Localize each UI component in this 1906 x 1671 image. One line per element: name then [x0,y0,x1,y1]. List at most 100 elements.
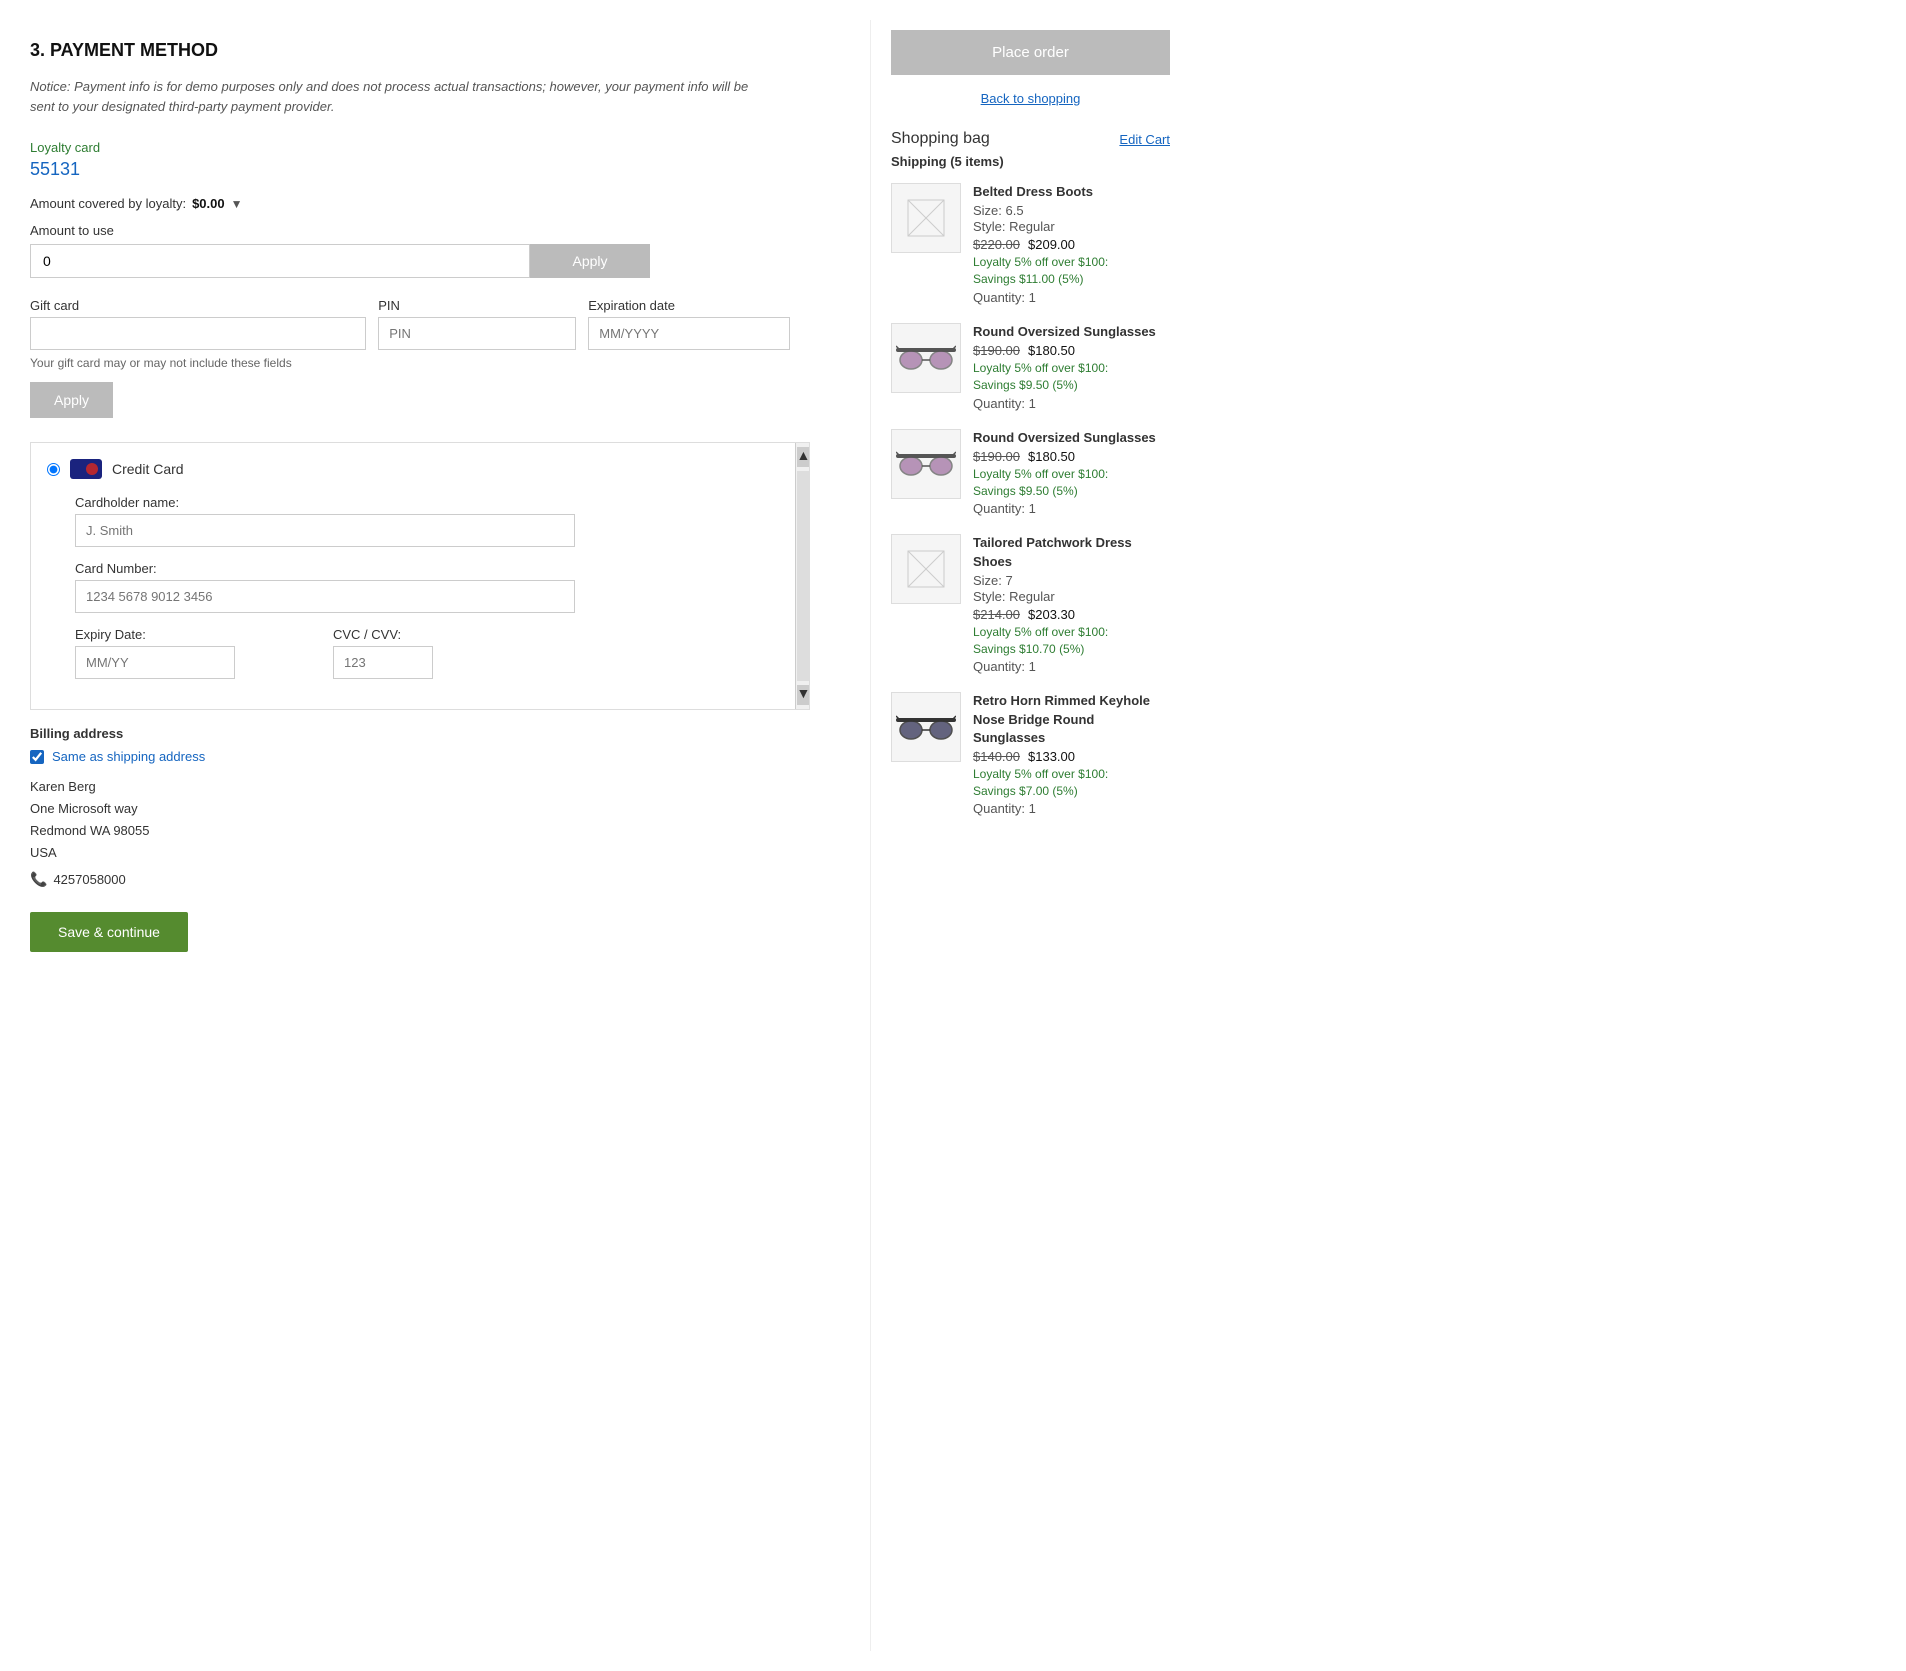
price-original: $220.00 [973,237,1020,252]
item-style: Style: Regular [973,589,1170,604]
item-qty: Quantity: 1 [973,290,1170,305]
loyalty-saving: Loyalty 5% off over $100:Savings $10.70 … [973,624,1170,658]
expiry-input[interactable] [588,317,790,350]
price-row: $190.00 $180.50 [973,449,1170,464]
card-number-input[interactable] [75,580,575,613]
billing-phone: 4257058000 [53,869,125,891]
price-row: $220.00 $209.00 [973,237,1170,252]
item-details: Retro Horn Rimmed Keyhole Nose Bridge Ro… [973,692,1170,816]
expiry-cvc-row: Expiry Date: CVC / CVV: [75,627,575,693]
same-as-shipping-row[interactable]: Same as shipping address [30,749,830,764]
item-details: Round Oversized Sunglasses $190.00 $180.… [973,323,1170,411]
notice-text: Notice: Payment info is for demo purpose… [30,77,770,116]
edit-cart-link[interactable]: Edit Cart [1119,132,1170,147]
cardholder-field: Cardholder name: [75,495,575,547]
back-to-shopping-link[interactable]: Back to shopping [891,91,1170,106]
item-qty: Quantity: 1 [973,396,1170,411]
item-name: Round Oversized Sunglasses [973,323,1170,341]
cart-item: Belted Dress Boots Size: 6.5 Style: Regu… [891,183,1170,305]
payment-method-section: ▲ ▼ Credit Card Cardholder name: [30,442,830,892]
gift-card-label: Gift card [30,298,366,313]
item-qty: Quantity: 1 [973,501,1170,516]
billing-city-state-zip: Redmond WA 98055 [30,820,830,842]
scroll-down-arrow[interactable]: ▼ [797,685,809,705]
pin-input[interactable] [378,317,576,350]
pin-field: PIN [378,298,576,350]
phone-icon: 📞 [30,868,47,892]
amount-to-use-label: Amount to use [30,223,830,238]
pin-label: PIN [378,298,576,313]
section-title: 3. PAYMENT METHOD [30,40,830,61]
loyalty-saving: Loyalty 5% off over $100:Savings $11.00 … [973,254,1170,288]
scroll-up-arrow[interactable]: ▲ [797,447,809,467]
billing-country: USA [30,842,830,864]
chevron-down-icon[interactable]: ▼ [231,197,243,211]
gift-card-field: Gift card [30,298,366,350]
card-number-label: Card Number: [75,561,575,576]
price-row: $214.00 $203.30 [973,607,1170,622]
loyalty-saving: Loyalty 5% off over $100:Savings $9.50 (… [973,466,1170,500]
item-name: Retro Horn Rimmed Keyhole Nose Bridge Ro… [973,692,1170,747]
billing-section: Billing address Same as shipping address… [30,726,830,892]
loyalty-apply-button[interactable]: Apply [530,244,650,278]
item-name: Tailored Patchwork Dress Shoes [973,534,1170,570]
shipping-label: Shipping (5 items) [891,154,1170,169]
billing-name: Karen Berg [30,776,830,798]
shopping-bag-title: Shopping bag [891,130,990,148]
item-details: Round Oversized Sunglasses $190.00 $180.… [973,429,1170,517]
card-expiry-input[interactable] [75,646,235,679]
card-expiry-label: Expiry Date: [75,627,317,642]
item-image [891,183,961,253]
gift-card-section: Gift card PIN Expiration date Your gift … [30,298,830,418]
cart-item: Round Oversized Sunglasses $190.00 $180.… [891,429,1170,517]
cardholder-label: Cardholder name: [75,495,575,510]
billing-address: Karen Berg One Microsoft way Redmond WA … [30,776,830,892]
cart-item: Round Oversized Sunglasses $190.00 $180.… [891,323,1170,411]
card-number-field: Card Number: [75,561,575,613]
price-sale: $180.50 [1028,343,1075,358]
shopping-bag-header: Shopping bag Edit Cart [891,130,1170,148]
billing-title: Billing address [30,726,830,741]
item-details: Tailored Patchwork Dress Shoes Size: 7 S… [973,534,1170,674]
gift-card-input[interactable] [30,317,366,350]
loyalty-section: Loyalty card 55131 Amount covered by loy… [30,140,830,278]
cardholder-input[interactable] [75,514,575,547]
expiry-label: Expiration date [588,298,790,313]
loyalty-saving: Loyalty 5% off over $100:Savings $9.50 (… [973,360,1170,394]
item-image [891,323,961,393]
cvc-field: CVC / CVV: [333,627,575,679]
expiry-field: Expiration date [588,298,790,350]
price-sale: $133.00 [1028,749,1075,764]
price-original: $190.00 [973,343,1020,358]
price-original: $140.00 [973,749,1020,764]
amount-to-use-input[interactable] [30,244,530,278]
credit-card-option[interactable]: Credit Card [47,459,793,479]
cart-items-list: Belted Dress Boots Size: 6.5 Style: Regu… [891,183,1170,816]
loyalty-saving: Loyalty 5% off over $100:Savings $7.00 (… [973,766,1170,800]
gift-card-apply-button[interactable]: Apply [30,382,113,418]
price-sale: $180.50 [1028,449,1075,464]
card-expiry-field: Expiry Date: [75,627,317,679]
save-continue-button[interactable]: Save & continue [30,912,188,952]
item-size: Size: 7 [973,573,1170,588]
cvc-input[interactable] [333,646,433,679]
loyalty-number: 55131 [30,159,830,180]
item-qty: Quantity: 1 [973,659,1170,674]
cvc-label: CVC / CVV: [333,627,575,642]
place-order-button[interactable]: Place order [891,30,1170,75]
cart-item: Retro Horn Rimmed Keyhole Nose Bridge Ro… [891,692,1170,816]
item-style: Style: Regular [973,219,1170,234]
item-image [891,692,961,762]
same-as-shipping-label: Same as shipping address [52,749,205,764]
item-size: Size: 6.5 [973,203,1170,218]
credit-card-label: Credit Card [112,461,184,477]
billing-address1: One Microsoft way [30,798,830,820]
amount-to-use-row: Apply [30,244,650,278]
same-as-shipping-checkbox[interactable] [30,750,44,764]
price-sale: $203.30 [1028,607,1075,622]
billing-phone-row: 📞 4257058000 [30,868,830,892]
credit-card-radio[interactable] [47,463,60,476]
credit-card-form: Cardholder name: Card Number: Expiry Dat… [75,495,575,693]
amount-covered: Amount covered by loyalty: $0.00 ▼ [30,196,830,211]
sidebar: Place order Back to shopping Shopping ba… [870,20,1190,1651]
